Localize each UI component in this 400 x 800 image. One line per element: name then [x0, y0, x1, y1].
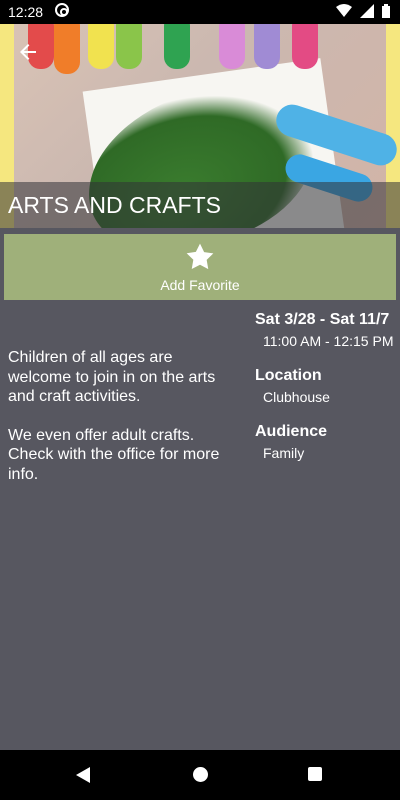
- back-arrow-icon[interactable]: [16, 40, 40, 64]
- star-icon: [186, 243, 214, 270]
- system-nav-bar: [0, 750, 400, 800]
- event-hero-image: ARTS AND CRAFTS: [0, 24, 400, 228]
- time-range: 11:00 AM - 12:15 PM: [263, 333, 394, 349]
- location-value: Clubhouse: [263, 389, 330, 405]
- event-title: ARTS AND CRAFTS: [0, 182, 400, 228]
- signal-icon: [360, 4, 374, 18]
- status-time: 12:28: [8, 4, 44, 20]
- nav-back-icon[interactable]: [76, 767, 90, 783]
- description-paragraph: We even offer adult crafts. Check with t…: [8, 426, 220, 483]
- status-icons: [336, 4, 390, 18]
- audience-label: Audience: [255, 423, 328, 440]
- status-bar: 12:28: [0, 0, 400, 24]
- audience-value: Family: [263, 445, 305, 461]
- event-details: Sat 3/28 - Sat 11/7 11:00 AM - 12:15 PM …: [255, 311, 400, 461]
- event-description: Children of all ages are welcome to join…: [8, 348, 230, 503]
- location-label: Location: [255, 367, 322, 384]
- notification-icon: [55, 3, 69, 17]
- description-paragraph: Children of all ages are welcome to join…: [8, 349, 216, 405]
- add-favorite-label: Add Favorite: [160, 277, 240, 293]
- battery-icon: [382, 4, 390, 18]
- date-range: Sat 3/28 - Sat 11/7: [255, 311, 390, 328]
- nav-recents-icon[interactable]: [308, 767, 322, 781]
- nav-home-icon[interactable]: [193, 767, 208, 782]
- add-favorite-button[interactable]: Add Favorite: [4, 234, 396, 300]
- wifi-icon: [336, 4, 352, 17]
